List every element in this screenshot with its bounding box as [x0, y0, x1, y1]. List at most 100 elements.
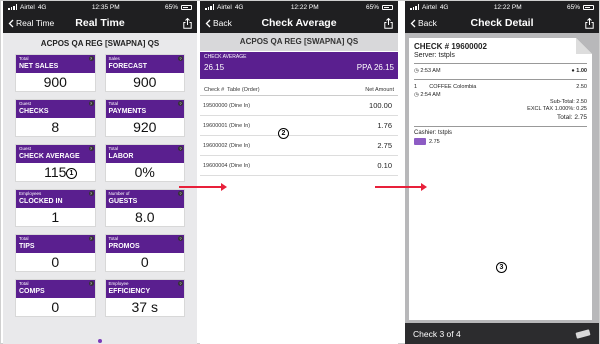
payment-amount: 2.75 [429, 139, 440, 145]
kpi-tile-clocked-in[interactable]: Employees CLOCKED IN? 1 [15, 189, 96, 227]
close-time: 2:54 AM [420, 92, 441, 98]
help-icon[interactable]: ? [88, 101, 94, 106]
subtotal: Sub-Total: 2.50 [550, 99, 587, 105]
check-detail-view: CHECK # 19600002 Server: tstpls ◷ 2:53 A… [405, 33, 599, 344]
share-button[interactable] [142, 17, 192, 29]
kpi-tile-comps[interactable]: Total COMPS? 0 [15, 279, 96, 317]
help-icon[interactable]: ? [88, 56, 94, 61]
check-counter: Check 3 of 4 [413, 329, 461, 339]
network: 4G [37, 3, 47, 11]
table-row[interactable]: 19600002 (Dine In) 2.75 2 [200, 128, 398, 156]
divider [414, 63, 587, 64]
kpi-tile-check-average[interactable]: Guest CHECK AVERAGE? 115 1 [15, 144, 96, 182]
item-qty: 1 [414, 84, 418, 90]
kpi-value: 37 s [131, 299, 158, 315]
status-bar: Airtel 4G 12:22 PM 65% [405, 1, 599, 13]
signal-icon [410, 4, 419, 10]
chevron-left-icon [205, 19, 211, 27]
kpi-value: 0% [134, 164, 155, 180]
help-icon[interactable]: ? [178, 56, 183, 61]
carrier: Airtel [422, 3, 437, 11]
kpi-tile-promos[interactable]: Total PROMOS? 0 [104, 234, 185, 272]
flow-arrow-1 [179, 183, 227, 191]
dashboard: ACPOS QA REG [SWAPNA] QS Total NET SALES?… [3, 33, 197, 344]
kpi-value: 900 [133, 74, 157, 90]
divider [414, 79, 587, 80]
clock: 12:35 PM [91, 3, 120, 11]
back-button[interactable]: Real Time [8, 18, 58, 28]
kpi-tile-checks[interactable]: Guest CHECKS? 8 [15, 99, 96, 137]
page-indicator [98, 339, 102, 343]
chevron-left-icon [410, 19, 416, 27]
cashier: Cashier: tstpls [414, 130, 453, 136]
col-table: Table (Order) [227, 87, 260, 93]
help-icon[interactable]: ? [178, 236, 183, 241]
kpi-value: 0 [140, 254, 149, 270]
kpi-grid: Total NET SALES? 900 Sales FORECAST? 900 Gue… [3, 54, 197, 317]
screenshot-stage: Airtel 4G 12:35 PM 65% Real Time Real Ti… [0, 0, 600, 344]
phone-check-detail: Airtel 4G 12:22 PM 65% Back Check Detail… [405, 1, 599, 344]
share-icon [585, 17, 594, 29]
back-button[interactable]: Back [205, 18, 255, 28]
person-icon: ● [571, 68, 575, 74]
help-icon[interactable]: ? [178, 281, 183, 286]
step-marker-3: 3 [496, 262, 507, 273]
check-average-summary: CHECK AVERAGE 26.15 PPA 26.15 [200, 52, 398, 79]
credit-card-icon [414, 138, 426, 146]
check-pager: Check 3 of 4 [405, 323, 599, 344]
table-row[interactable]: 19600001 (Dine In) 1.76 [200, 116, 398, 136]
signal-icon [8, 4, 17, 10]
share-button[interactable] [343, 17, 393, 29]
chevron-left-icon [8, 19, 14, 27]
kpi-tile-efficiency[interactable]: Employee EFFICIENCY? 37 s [104, 279, 185, 317]
eraser-icon[interactable] [575, 329, 591, 339]
help-icon[interactable]: ? [178, 146, 183, 151]
line-item: 1 COFFEE Colombia 2.50 [414, 83, 587, 91]
battery-percent: 65% [164, 3, 178, 11]
kpi-tile-guests[interactable]: Number of GUESTS? 8.0 [104, 189, 185, 227]
battery-icon [180, 4, 192, 10]
help-icon[interactable]: ? [178, 101, 183, 106]
table-header: Check # Table (Order) Net Amount [200, 79, 398, 96]
help-icon[interactable]: ? [88, 236, 94, 241]
carrier: Airtel [217, 3, 232, 11]
help-icon[interactable]: ? [178, 191, 183, 196]
share-button[interactable] [544, 17, 594, 29]
phone-check-average: Airtel 4G 12:22 PM 65% Back Check Averag… [200, 1, 398, 344]
table-row[interactable]: 19500000 (Dine In) 100.00 [200, 96, 398, 116]
check-number: CHECK # 19600002 [414, 42, 487, 51]
kpi-value: 900 [43, 74, 67, 90]
check-average-view: ACPOS QA REG [SWAPNA] QS CHECK AVERAGE 2… [200, 33, 398, 344]
status-bar: Airtel 4G 12:22 PM 65% [200, 1, 398, 13]
network: 4G [234, 3, 244, 11]
page-curl-icon [576, 38, 592, 54]
signal-icon [205, 4, 214, 10]
clock-icon: ◷ [414, 68, 419, 74]
page-title: Check Average [261, 17, 337, 29]
kpi-tile-net-sales[interactable]: Total NET SALES? 900 [15, 54, 96, 92]
page-title: Real Time [75, 17, 125, 29]
help-icon[interactable]: ? [88, 191, 94, 196]
nav-bar: Back Check Detail [405, 13, 599, 33]
flow-arrow-2 [375, 183, 427, 191]
table-row[interactable]: 19600004 (Dine In) 0.10 [200, 156, 398, 176]
kpi-value: 0 [51, 254, 60, 270]
nav-bar: Back Check Average [200, 13, 398, 33]
help-icon[interactable]: ? [88, 281, 94, 286]
battery-percent: 65% [566, 3, 580, 11]
kpi-tile-payments[interactable]: Total PAYMENTS? 920 [104, 99, 185, 137]
back-button[interactable]: Back [410, 18, 460, 28]
col-amount: Net Amount [365, 87, 394, 93]
total: Total: 2.75 [557, 114, 587, 121]
kpi-tile-forecast[interactable]: Sales FORECAST? 900 [104, 54, 185, 92]
kpi-value: 920 [133, 119, 157, 135]
carrier: Airtel [20, 3, 35, 11]
kpi-tile-labor[interactable]: Total LABOR? 0% [104, 144, 185, 182]
clock: 12:22 PM [493, 3, 522, 11]
kpi-tile-tips[interactable]: Total TIPS? 0 [15, 234, 96, 272]
nav-bar: Real Time Real Time [3, 13, 197, 33]
help-icon[interactable]: ? [88, 146, 94, 151]
battery-icon [381, 4, 393, 10]
share-icon [384, 17, 393, 29]
col-check: Check # [204, 87, 225, 93]
